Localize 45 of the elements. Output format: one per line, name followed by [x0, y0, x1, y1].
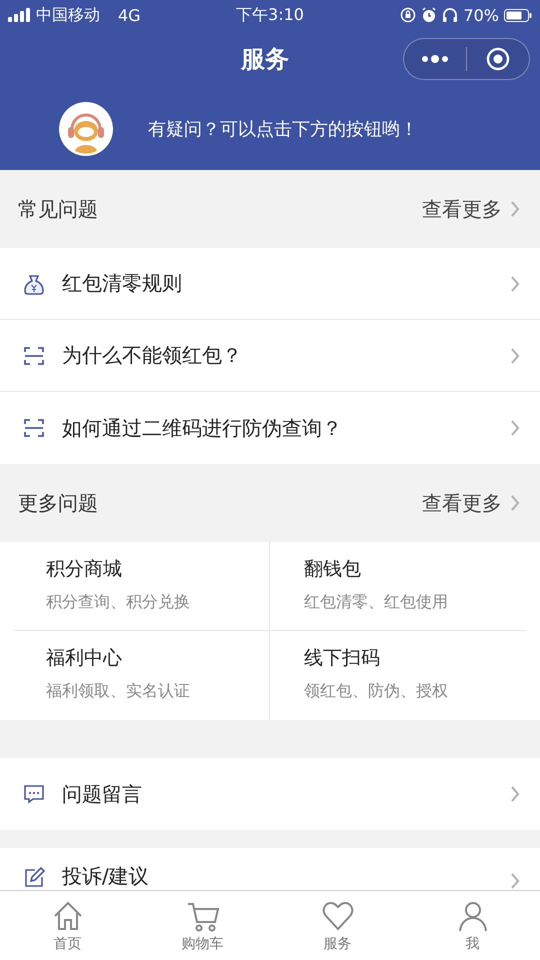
chevron-right-icon — [510, 274, 520, 292]
network-type: 4G — [118, 6, 141, 24]
status-time: 下午3:10 — [236, 4, 304, 26]
section-title: 更多问题 — [18, 490, 98, 516]
section-title: 常见问题 — [18, 196, 98, 222]
tab-item[interactable]: 首页 — [0, 891, 135, 960]
headphones-icon — [442, 7, 458, 23]
category-card[interactable]: 积分商城 积分查询、积分兑换 — [14, 542, 270, 631]
target-icon — [486, 47, 510, 71]
list-item[interactable]: 问题留言 — [0, 758, 540, 830]
alarm-icon — [421, 7, 438, 23]
category-subtitle: 红包清零、红包使用 — [304, 592, 449, 613]
page-title: 服务 — [241, 44, 289, 75]
category-subtitle: 领红包、防伪、授权 — [304, 681, 449, 702]
message-icon — [22, 782, 46, 806]
tab-item[interactable]: 购物车 — [135, 891, 270, 960]
category-subtitle: 福利领取、实名认证 — [46, 681, 191, 702]
signal-icon — [8, 8, 30, 22]
chevron-right-icon — [510, 785, 520, 803]
view-more-link[interactable]: 查看更多 — [422, 490, 520, 516]
chevron-right-icon — [510, 346, 520, 364]
edit-icon — [22, 866, 46, 890]
battery-percentage: 70% — [463, 6, 499, 24]
avatar-mascot — [58, 101, 114, 157]
tab-item[interactable]: 服务 — [270, 891, 405, 960]
category-card[interactable]: 线下扫码 领红包、防伪、授权 — [270, 631, 526, 720]
battery-icon — [504, 8, 532, 22]
carrier-name: 中国移动 — [36, 4, 100, 26]
view-more-link[interactable]: 查看更多 — [422, 196, 520, 222]
banner-message: 有疑问？可以点击下方的按钮哟！ — [148, 118, 418, 141]
rotation-lock-icon — [400, 7, 416, 23]
category-card[interactable]: 翻钱包 红包清零、红包使用 — [270, 542, 526, 631]
category-title: 翻钱包 — [304, 557, 362, 582]
category-title: 线下扫码 — [304, 646, 381, 671]
category-title: 积分商城 — [46, 557, 123, 582]
category-title: 福利中心 — [46, 646, 123, 671]
chevron-right-icon — [510, 494, 520, 512]
chevron-right-icon — [510, 200, 520, 218]
more-icon — [421, 55, 449, 63]
chevron-right-icon — [510, 419, 520, 437]
list-item[interactable]: 投诉/建议 — [0, 848, 540, 890]
scan-icon — [22, 416, 46, 440]
category-subtitle: 积分查询、积分兑换 — [46, 592, 191, 613]
tab-item[interactable]: 我 — [405, 891, 540, 960]
chevron-right-icon — [510, 872, 520, 890]
